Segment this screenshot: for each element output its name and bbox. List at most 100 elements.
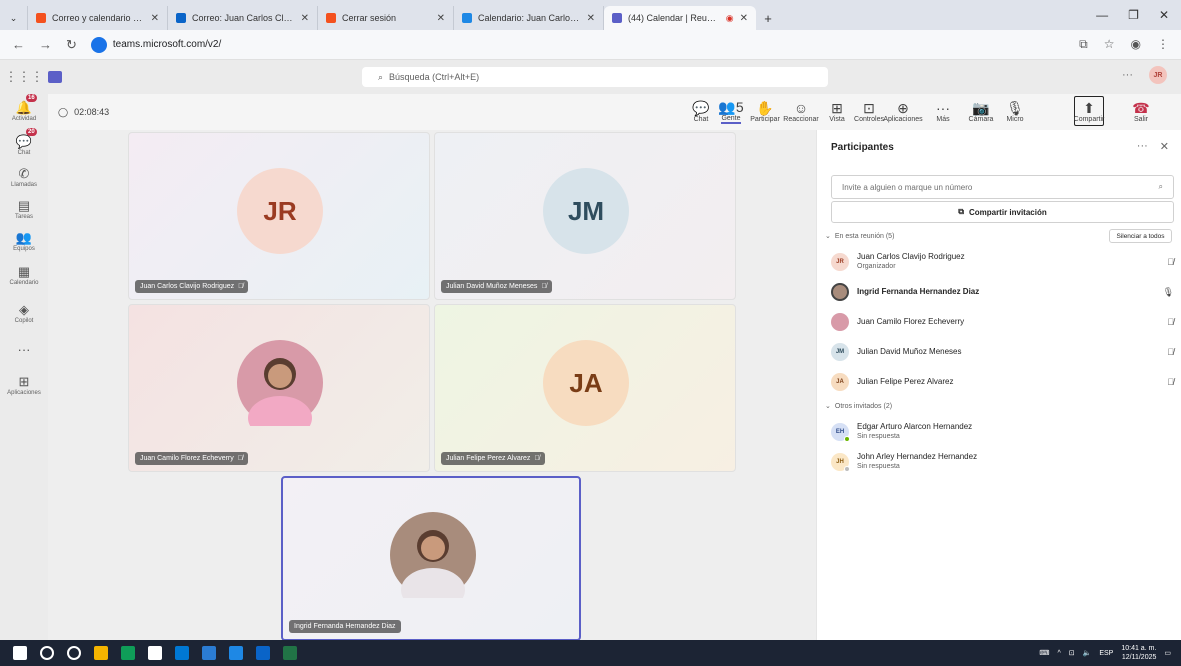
mic-on-icon[interactable]: 🎙 <box>1163 287 1174 298</box>
participant-row[interactable]: JA Julian Felipe Perez Alvarez 🎙̸ <box>831 369 1174 395</box>
tab-search-button[interactable]: ⌄ <box>0 6 28 30</box>
others-section-toggle[interactable]: ⌄ Otros invitados (2) <box>825 402 892 411</box>
rail-item-actividad[interactable]: 🔔 16 Actividad <box>0 94 48 122</box>
video-tile[interactable]: JA Julian Felipe Perez Alvarez 🎙̸ <box>434 304 736 472</box>
minimize-button[interactable]: — <box>1096 8 1108 22</box>
phone-icon: ✆ <box>18 166 30 181</box>
mic-off-icon[interactable]: 🎙̸ <box>1167 257 1174 267</box>
close-icon[interactable]: ✕ <box>740 13 748 24</box>
tool-label: Chat <box>693 115 709 123</box>
maximize-button[interactable]: ❐ <box>1128 8 1139 22</box>
more-options-icon[interactable]: ··· <box>1137 140 1148 153</box>
avatar[interactable]: JR <box>1149 66 1167 84</box>
search-box[interactable]: ⌕ Búsqueda (Ctrl+Alt+E) <box>362 67 828 87</box>
menu-icon[interactable]: ⋮ <box>1157 37 1169 52</box>
camera-button[interactable]: 📷 Cámara <box>966 94 996 128</box>
participant-row[interactable]: EH Edgar Arturo Alarcon Hernandez Sin resp… <box>831 419 1174 445</box>
browser-tab[interactable]: Cerrar sesión ✕ <box>318 6 454 30</box>
video-tile[interactable]: JR Juan Carlos Clavijo Rodriguez 🎙̸ <box>128 132 430 300</box>
close-icon[interactable]: ✕ <box>151 13 159 24</box>
mute-all-button[interactable]: Silenciar a todos <box>1109 229 1172 243</box>
close-icon[interactable]: ✕ <box>587 13 595 24</box>
mic-button[interactable]: 🎙 Micro <box>1000 94 1030 128</box>
people-button[interactable]: 👥5 Gente <box>716 94 746 128</box>
calendar-app-icon[interactable] <box>229 646 243 660</box>
clock[interactable]: 10:41 a. m. 12/11/2025 <box>1121 644 1156 662</box>
rail-item-equipos[interactable]: 👥 Equipos <box>0 230 48 252</box>
apps-button[interactable]: ⊕ Aplicaciones <box>883 94 922 128</box>
widgets-icon[interactable] <box>94 646 108 660</box>
react-button[interactable]: ☺ Reaccionar <box>783 94 818 128</box>
chevron-up-icon[interactable]: ^ <box>1057 650 1060 657</box>
browser-tab[interactable]: Correo: Juan Carlos Clavijo Rod✕ <box>168 6 318 30</box>
app-launcher-icon[interactable]: ⋮⋮⋮ <box>0 69 48 85</box>
share-button[interactable]: ⬆ Compartir <box>1074 96 1104 126</box>
close-icon[interactable]: ✕ <box>301 13 309 24</box>
volume-icon[interactable]: 🔈 <box>1083 649 1092 657</box>
close-icon[interactable]: ✕ <box>437 13 445 24</box>
participant-row[interactable]: JM Julian David Muñoz Meneses 🎙̸ <box>831 339 1174 365</box>
site-info-icon[interactable] <box>90 36 107 53</box>
browser-tab[interactable]: Calendario: Juan Carlos Clavijo✕ <box>454 6 604 30</box>
notifications-icon[interactable]: ▭ <box>1164 649 1171 657</box>
task-view-icon[interactable] <box>67 646 81 660</box>
network-icon[interactable]: ⊡ <box>1069 649 1075 657</box>
close-icon[interactable]: ✕ <box>1160 140 1169 153</box>
outlook-mail-icon[interactable] <box>256 646 270 660</box>
excel-icon[interactable] <box>283 646 297 660</box>
mic-off-icon[interactable]: 🎙̸ <box>1167 347 1174 357</box>
rail-item-llamadas[interactable]: ✆ Llamadas <box>0 166 48 188</box>
rail-item-aplicaciones[interactable]: ⊞ Aplicaciones <box>0 374 48 396</box>
rail-item-calendario[interactable]: ▦ Calendario <box>0 264 48 286</box>
participant-row[interactable]: JH John Arley Hernandez Hernandez Sin resp… <box>831 449 1174 475</box>
rail-item-tareas[interactable]: ▤ Tareas <box>0 198 48 220</box>
new-tab-button[interactable]: + <box>756 6 780 30</box>
chat-button[interactable]: 💬 Chat <box>686 94 716 128</box>
more-button[interactable]: ··· Más <box>928 94 958 128</box>
participant-name-tag: Ingrid Fernanda Hernandez Diaz <box>289 620 401 633</box>
chrome-icon[interactable] <box>148 646 162 660</box>
file-explorer-icon[interactable] <box>175 646 189 660</box>
rail-item-more[interactable]: ··· <box>0 342 48 358</box>
star-icon[interactable]: ☆ <box>1104 37 1115 52</box>
video-tile[interactable]: Juan Camilo Florez Echeverry 🎙̸ <box>128 304 430 472</box>
browser-tab[interactable]: Correo y calendario personal d✕ <box>28 6 168 30</box>
rail-item-label: Aplicaciones <box>7 390 41 396</box>
outlook-icon[interactable] <box>202 646 216 660</box>
in-meeting-section-toggle[interactable]: ⌄ En esta reunión (5) <box>825 232 894 241</box>
search-icon[interactable] <box>40 646 54 660</box>
tool-label: Participar <box>750 115 780 123</box>
mic-off-icon[interactable]: 🎙̸ <box>1167 377 1174 387</box>
rail-item-copilot[interactable]: ◈ Copilot <box>0 302 48 324</box>
tab-favicon <box>462 13 472 23</box>
rail-item-label: Tareas <box>14 214 33 220</box>
back-arrow-icon[interactable]: ← <box>12 37 25 52</box>
raise-hand-button[interactable]: ✋ Participar <box>750 94 780 128</box>
bell-icon: 🔔 <box>15 100 33 115</box>
view-button[interactable]: ⊞ Vista <box>822 94 852 128</box>
browser-tab-active[interactable]: (44) Calendar | Reunión por◉✕ <box>604 6 756 30</box>
cast-icon[interactable]: ⧉ <box>1079 37 1088 52</box>
avatar-photo <box>390 511 476 598</box>
keyboard-icon[interactable]: ⌨ <box>1039 649 1049 657</box>
windows-start-icon[interactable] <box>13 646 27 660</box>
participant-row[interactable]: Juan Camilo Florez Echeverry 🎙̸ <box>831 309 1174 335</box>
forward-arrow-icon[interactable]: → <box>39 37 52 52</box>
share-invite-button[interactable]: ⧉ Compartir invitación <box>831 201 1174 223</box>
language-indicator[interactable]: ESP <box>1099 650 1113 657</box>
reload-icon[interactable]: ↻ <box>66 37 77 53</box>
rail-item-chat[interactable]: 💬 20 Chat <box>0 128 48 156</box>
url-field[interactable]: teams.microsoft.com/v2/ <box>90 36 221 53</box>
participant-row[interactable]: JR Juan Carlos Clavijo Rodriguez Organizad… <box>831 249 1174 275</box>
more-options-icon[interactable]: ··· <box>1122 69 1133 81</box>
invite-input[interactable]: Invite a alguien o marque un número ⌕ <box>831 175 1174 199</box>
profile-icon[interactable]: ◉ <box>1131 37 1141 52</box>
video-tile[interactable]: Ingrid Fernanda Hernandez Diaz <box>281 476 581 641</box>
close-window-button[interactable]: ✕ <box>1159 8 1169 22</box>
mic-off-icon[interactable]: 🎙̸ <box>1167 317 1174 327</box>
controls-button[interactable]: ⊡ Controles <box>854 94 884 128</box>
participant-row[interactable]: Ingrid Fernanda Hernandez Diaz 🎙 <box>831 279 1174 305</box>
video-tile[interactable]: JM Julian David Muñoz Meneses 🎙̸ <box>434 132 736 300</box>
edge-icon[interactable] <box>121 646 135 660</box>
leave-button[interactable]: ☎ Salir <box>1126 94 1156 128</box>
